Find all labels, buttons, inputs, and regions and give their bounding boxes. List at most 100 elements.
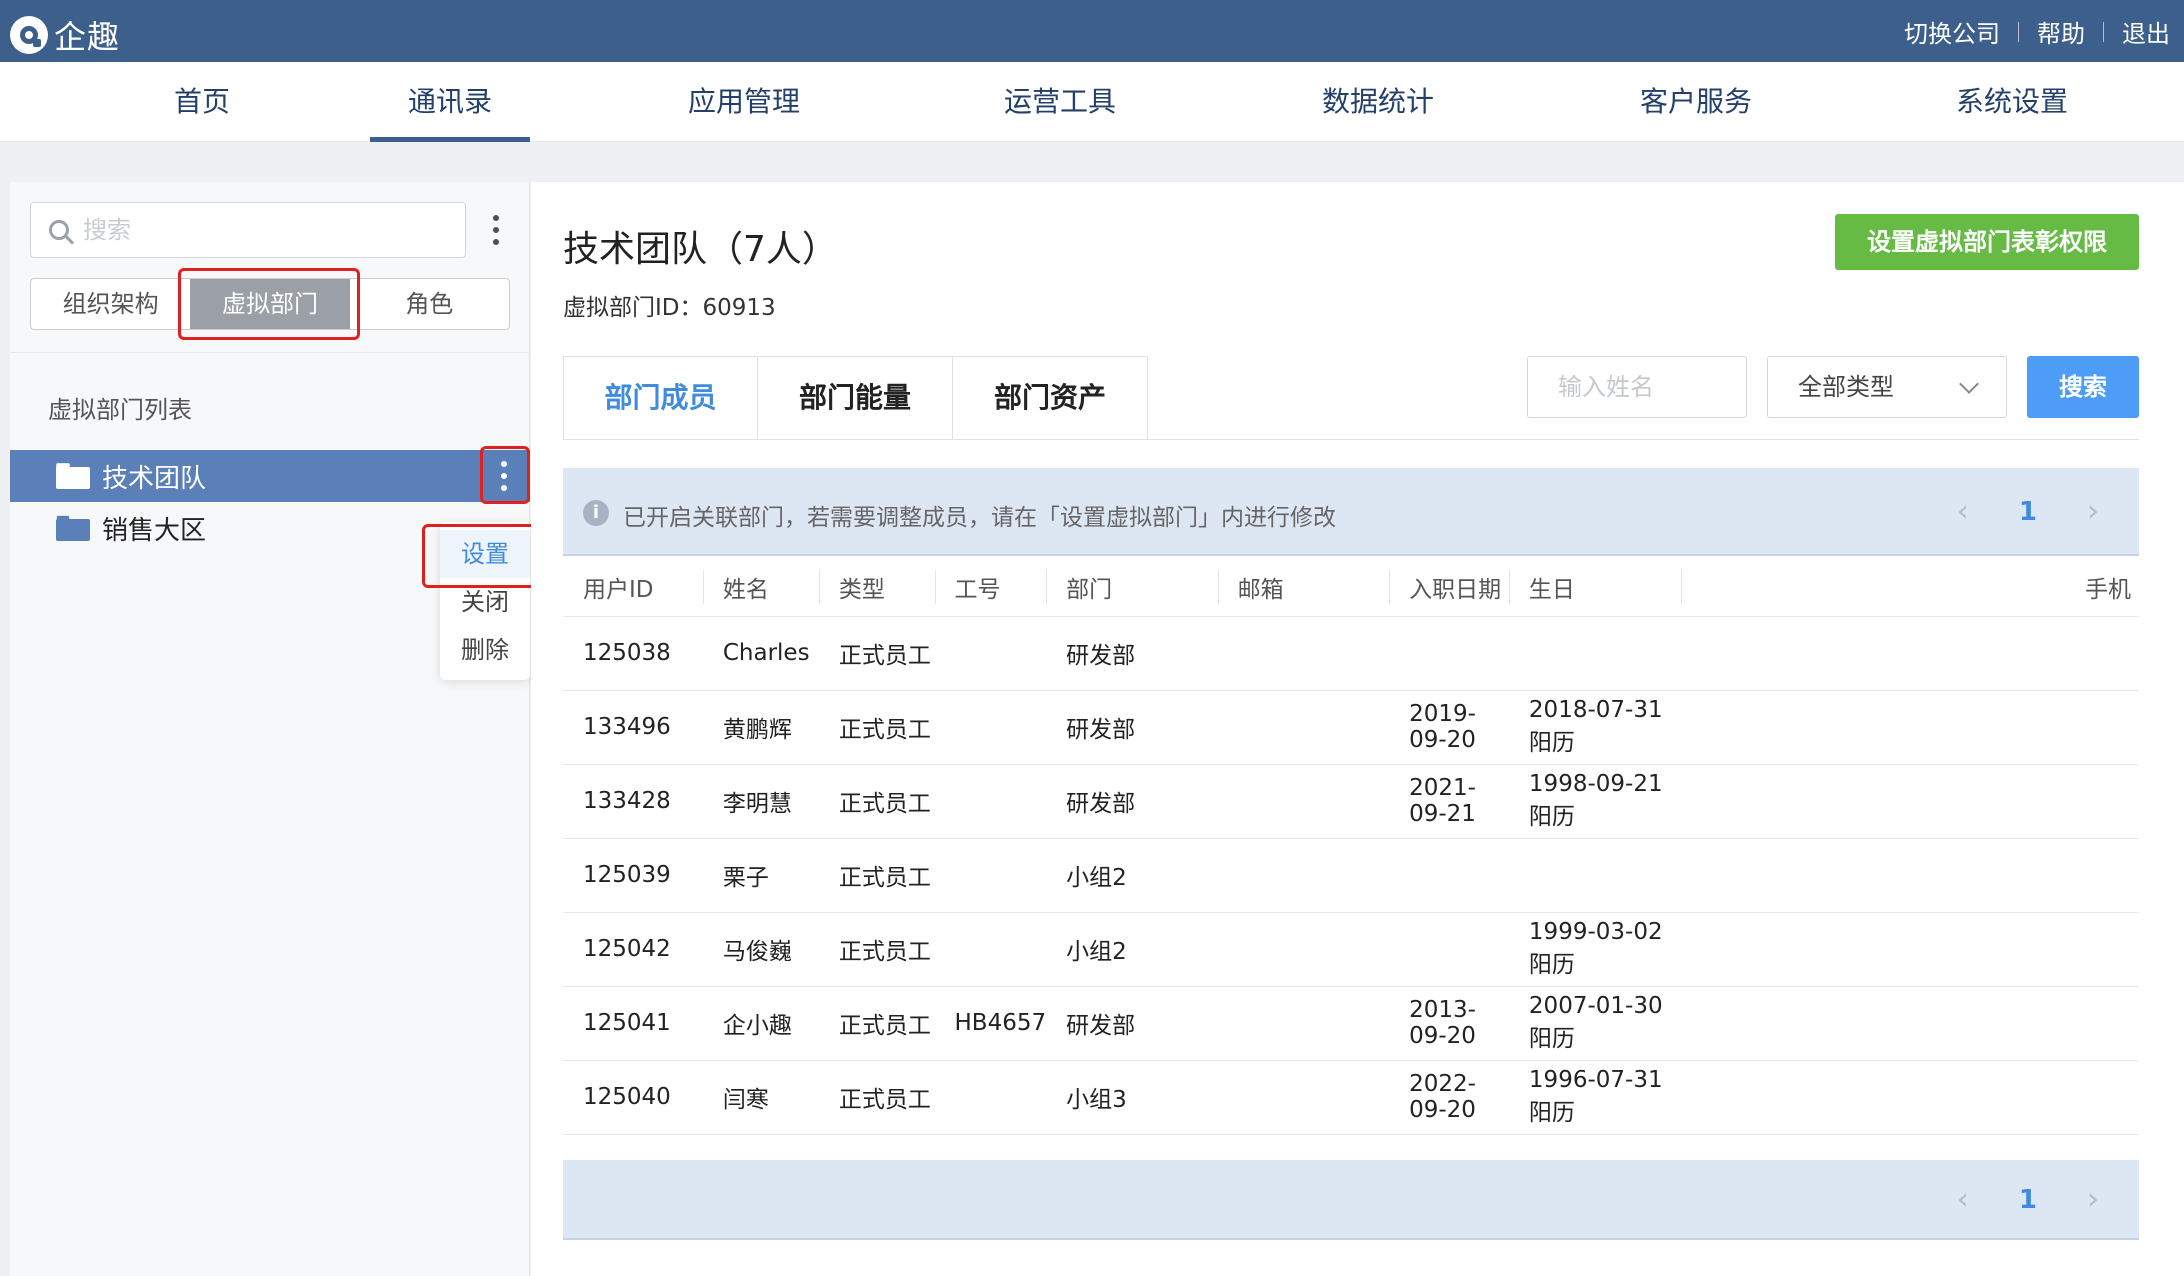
- table-row[interactable]: 125041 企小趣 正式员工 HB4657 研发部 2013-09-20 20…: [563, 986, 2139, 1061]
- divider: [2103, 21, 2104, 42]
- search-box[interactable]: [30, 202, 466, 258]
- cell-join-date: 2019-09-20: [1389, 690, 1509, 765]
- cell-birthday: 1999-03-02阳历: [1508, 912, 1681, 987]
- highlight-box: [422, 524, 548, 588]
- name-search-input[interactable]: [1527, 356, 1747, 418]
- prev-page-icon[interactable]: ‹: [1957, 494, 1969, 529]
- col-name: 姓名: [702, 558, 819, 617]
- cell-employee-no: [934, 690, 1047, 765]
- search-button[interactable]: 搜索: [2027, 356, 2139, 418]
- cell-employee-no: [934, 616, 1047, 691]
- tab-bar: 部门成员 部门能量 部门资产: [563, 356, 1148, 440]
- dept-item-tech[interactable]: 技术团队: [10, 450, 530, 502]
- nav-service[interactable]: 客户服务: [1640, 62, 1752, 142]
- seg-org[interactable]: 组织架构: [31, 279, 190, 329]
- cell-user-id: 125041: [563, 986, 703, 1061]
- table-row[interactable]: 133496 黄鹏辉 正式员工 研发部 2019-09-20 2018-07-3…: [563, 690, 2139, 765]
- page-number[interactable]: 1: [2019, 497, 2037, 527]
- more-options-icon[interactable]: [486, 210, 506, 250]
- nav-stats[interactable]: 数据统计: [1322, 62, 1434, 142]
- next-page-icon[interactable]: ›: [2087, 494, 2099, 529]
- prev-page-icon[interactable]: ‹: [1957, 1182, 1969, 1217]
- cell-name: 黄鹏辉: [702, 690, 819, 765]
- nav-apps[interactable]: 应用管理: [688, 62, 800, 142]
- dept-name: 销售大区: [102, 515, 207, 546]
- page-number[interactable]: 1: [2019, 1185, 2037, 1215]
- switch-company-link[interactable]: 切换公司: [1904, 14, 2000, 49]
- top-bar: 企趣 切换公司 帮助 退出: [0, 0, 2184, 62]
- brand-name: 企趣: [54, 18, 121, 56]
- type-select[interactable]: 全部类型: [1767, 356, 2007, 418]
- tab-energy[interactable]: 部门能量: [758, 356, 953, 440]
- cell-join-date: [1389, 912, 1509, 987]
- table-row[interactable]: 125042 马俊巍 正式员工 小组2 1999-03-02阳历: [563, 912, 2139, 987]
- cell-user-id: 133428: [563, 764, 703, 839]
- pagination-bottom: ‹ 1 ›: [1957, 1182, 2099, 1217]
- tab-members[interactable]: 部门成员: [563, 356, 758, 440]
- table-row[interactable]: 125038 Charles 正式员工 研发部: [563, 616, 2139, 691]
- cell-dept: 研发部: [1046, 986, 1218, 1061]
- cell-user-id: 125040: [563, 1060, 703, 1135]
- cell-phone: [1680, 986, 2139, 1061]
- col-dept: 部门: [1046, 558, 1218, 617]
- cell-type: 正式员工: [818, 690, 935, 765]
- nav-contacts[interactable]: 通讯录: [369, 62, 531, 142]
- cell-join-date: [1389, 616, 1509, 691]
- col-type: 类型: [818, 558, 935, 617]
- nav-home[interactable]: 首页: [174, 62, 230, 142]
- divider: [2018, 21, 2019, 42]
- help-link[interactable]: 帮助: [2037, 14, 2085, 49]
- folder-icon: [56, 463, 90, 489]
- nav-ops[interactable]: 运营工具: [1004, 62, 1116, 142]
- tab-assets[interactable]: 部门资产: [953, 356, 1148, 440]
- cell-name: 闫寒: [702, 1060, 819, 1135]
- nav-settings[interactable]: 系统设置: [1956, 62, 2068, 142]
- list-title: 虚拟部门列表: [48, 396, 192, 424]
- cell-birthday: 1998-09-21阳历: [1508, 764, 1681, 839]
- col-employee-no: 工号: [934, 558, 1047, 617]
- cell-birthday: 2018-07-31阳历: [1508, 690, 1681, 765]
- cell-join-date: 2013-09-20: [1389, 986, 1509, 1061]
- table-row[interactable]: 125039 栗子 正式员工 小组2: [563, 838, 2139, 913]
- set-permission-button[interactable]: 设置虚拟部门表彰权限: [1835, 214, 2139, 270]
- cell-user-id: 125042: [563, 912, 703, 987]
- seg-role[interactable]: 角色: [350, 279, 509, 329]
- top-actions: 切换公司 帮助 退出: [1904, 14, 2170, 49]
- cell-phone: [1680, 1060, 2139, 1135]
- cell-name: Charles: [702, 616, 819, 691]
- brand[interactable]: 企趣: [10, 12, 120, 58]
- pagination-bar: ‹ 1 ›: [563, 1160, 2139, 1240]
- dept-name: 技术团队: [102, 463, 207, 494]
- divider: [10, 352, 530, 353]
- cell-type: 正式员工: [818, 1060, 935, 1135]
- cell-user-id: 125039: [563, 838, 703, 913]
- logout-link[interactable]: 退出: [2122, 14, 2170, 49]
- cell-employee-no: [934, 912, 1047, 987]
- info-icon: i: [583, 500, 609, 526]
- cell-phone: [1680, 838, 2139, 913]
- col-email: 邮箱: [1217, 558, 1390, 617]
- cell-type: 正式员工: [818, 912, 935, 987]
- table-row[interactable]: 133428 李明慧 正式员工 研发部 2021-09-21 1998-09-2…: [563, 764, 2139, 839]
- cell-phone: [1680, 912, 2139, 987]
- cell-join-date: 2021-09-21: [1389, 764, 1509, 839]
- cell-email: [1217, 1060, 1390, 1135]
- cell-dept: 小组2: [1046, 912, 1218, 987]
- dept-id: 虚拟部门ID：60913: [563, 295, 776, 321]
- menu-delete[interactable]: 删除: [440, 626, 530, 674]
- cell-birthday: [1508, 616, 1681, 691]
- left-panel: 组织架构 虚拟部门 角色 虚拟部门列表 技术团队 销售大区 设置 关闭 删除: [10, 182, 548, 1276]
- col-birthday: 生日: [1508, 558, 1681, 617]
- col-join-date: 入职日期: [1389, 558, 1509, 617]
- cell-join-date: 2022-09-20: [1389, 1060, 1509, 1135]
- type-select-value: 全部类型: [1798, 373, 1894, 401]
- cell-type: 正式员工: [818, 764, 935, 839]
- cell-user-id: 133496: [563, 690, 703, 765]
- cell-email: [1217, 986, 1390, 1061]
- next-page-icon[interactable]: ›: [2087, 1182, 2099, 1217]
- cell-email: [1217, 616, 1390, 691]
- table-row[interactable]: 125040 闫寒 正式员工 小组3 2022-09-20 1996-07-31…: [563, 1060, 2139, 1135]
- members-table: 用户ID 姓名 类型 工号 部门 邮箱 入职日期 生日 手机 125038 Ch…: [563, 558, 2139, 1135]
- cell-dept: 研发部: [1046, 764, 1218, 839]
- search-input[interactable]: [83, 216, 423, 244]
